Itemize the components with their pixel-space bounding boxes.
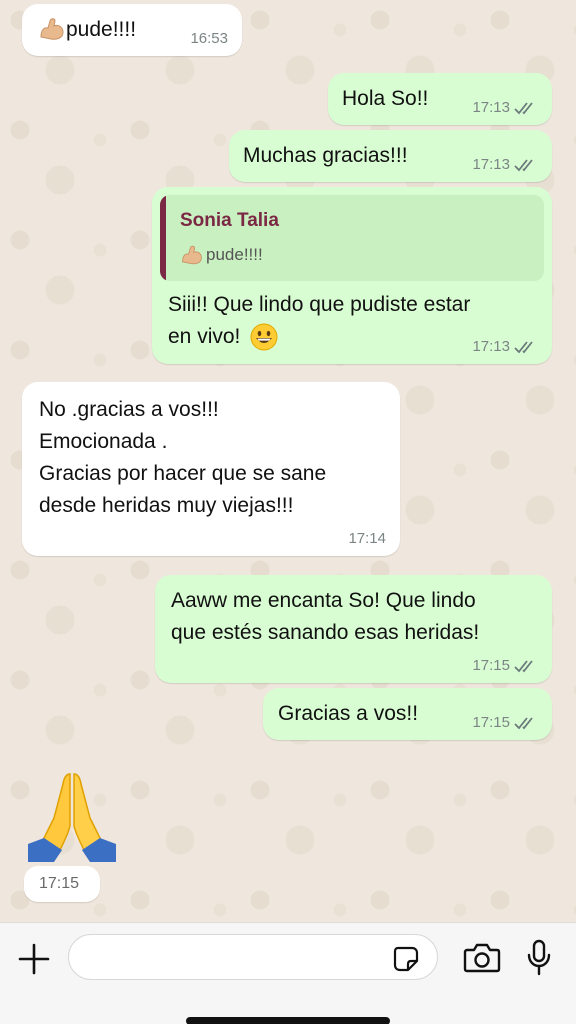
reply-quote[interactable]: Sonia Talia pude!!!! [160,195,544,281]
sticker-icon[interactable] [392,945,420,973]
message-incoming[interactable]: No .gracias a vos!!! Emocionada . Gracia… [22,382,400,556]
message-text-line: Aaww me encanta So! Que lindo [171,589,476,612]
message-text: pude!!!! [66,18,137,41]
message-text-line: en vivo! [168,325,241,348]
time-label: 17:13 [472,99,510,116]
grinning-face-icon [250,323,278,351]
camera-icon[interactable] [463,942,501,974]
chat-thread[interactable]: pude!!!! 16:53 Hola So!! 17:13 Muchas gr… [0,0,576,922]
microphone-icon[interactable] [526,939,552,977]
read-ticks-icon [514,660,533,673]
read-ticks-icon [514,159,533,172]
time-label: 16:53 [190,30,228,47]
message-text-line: Gracias por hacer que se sane [39,462,327,485]
read-ticks-icon [514,102,533,115]
message-meta: 17:13 [472,156,538,174]
reply-quote-bar [160,195,166,281]
message-outgoing[interactable]: Gracias a vos!! 17:15 [263,688,552,740]
folded-hands-icon [28,773,116,862]
time-label: 17:13 [472,338,510,355]
time-label: 17:15 [472,714,510,731]
message-text: Muchas gracias!!! [243,144,408,167]
message-time: 16:53 [190,30,228,48]
reply-text: pude!!!! [206,245,263,264]
message-outgoing[interactable]: Aaww me encanta So! Que lindo que estés … [155,575,552,683]
message-meta: 17:15 [472,714,538,732]
home-indicator [186,1017,390,1024]
message-meta: 17:13 [472,338,538,356]
emoji-timestamp-pill: 17:15 [24,866,100,902]
message-meta: 17:14 [348,530,386,548]
time-label: 17:15 [39,875,80,892]
message-outgoing[interactable]: Muchas gracias!!! 17:13 [229,130,552,182]
read-ticks-icon [514,341,533,354]
message-text: Gracias a vos!! [278,702,419,725]
message-incoming[interactable]: pude!!!! 16:53 [22,4,242,56]
flexed-biceps-icon [38,15,66,53]
message-input[interactable] [68,934,438,980]
message-text-line: No .gracias a vos!!! [39,398,219,421]
message-text-line: Siii!! Que lindo que pudiste estar [168,293,471,316]
message-text-line: Emocionada . [39,430,168,453]
message-text-line-with-emoji: en vivo! [168,321,278,353]
time-label: 17:15 [472,657,510,674]
reply-author: Sonia Talia [180,210,279,231]
plus-icon[interactable] [16,941,52,977]
message-outgoing[interactable]: Hola So!! 17:13 [328,73,552,125]
message-incoming-emoji[interactable]: 17:15 [22,768,122,904]
message-meta: 17:15 [472,657,538,675]
reply-text-row: pude!!!! [180,243,263,267]
message-meta: 17:13 [472,99,538,117]
message-outgoing-reply[interactable]: Sonia Talia pude!!!! Siii!! Que lindo qu… [152,187,552,364]
read-ticks-icon [514,717,533,730]
message-text-line: desde heridas muy viejas!!! [39,494,294,517]
message-text-line: que estés sanando esas heridas! [171,621,480,644]
time-label: 17:14 [348,530,386,547]
time-label: 17:13 [472,156,510,173]
composer-bar [0,922,576,1024]
flexed-biceps-icon [182,245,202,265]
message-text: Hola So!! [342,87,429,110]
